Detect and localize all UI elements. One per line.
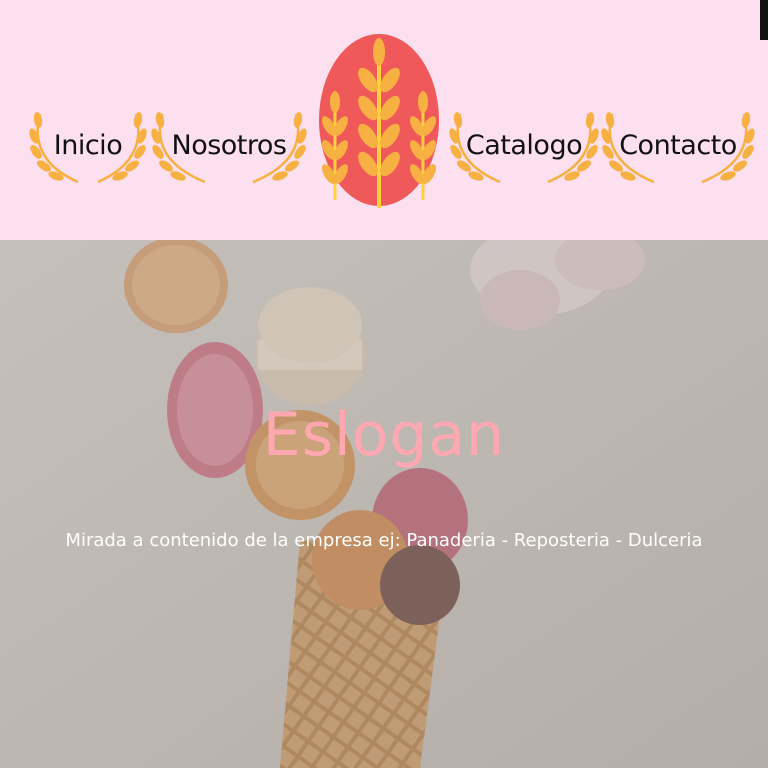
nav-label-contacto: Contacto bbox=[619, 129, 737, 161]
nav-item-inicio[interactable]: Inicio bbox=[28, 100, 148, 190]
scrollbar-thumb[interactable] bbox=[760, 0, 768, 40]
wheat-logo-icon[interactable] bbox=[318, 30, 440, 210]
site-header: Inicio Nosotros Catalogo Contacto bbox=[0, 0, 768, 240]
nav-item-catalogo[interactable]: Catalogo bbox=[448, 100, 600, 190]
nav-item-nosotros[interactable]: Nosotros bbox=[150, 100, 308, 190]
hero-section: Eslogan Mirada a contenido de la empresa… bbox=[0, 240, 768, 768]
nav-label-inicio: Inicio bbox=[53, 129, 123, 161]
nav-item-contacto[interactable]: Contacto bbox=[600, 100, 756, 190]
hero-slogan: Eslogan bbox=[262, 400, 506, 470]
hero-overlay bbox=[0, 240, 768, 768]
hero-subtitle: Mirada a contenido de la empresa ej: Pan… bbox=[65, 530, 703, 551]
nav-label-nosotros: Nosotros bbox=[171, 129, 287, 161]
nav-label-catalogo: Catalogo bbox=[465, 129, 583, 161]
